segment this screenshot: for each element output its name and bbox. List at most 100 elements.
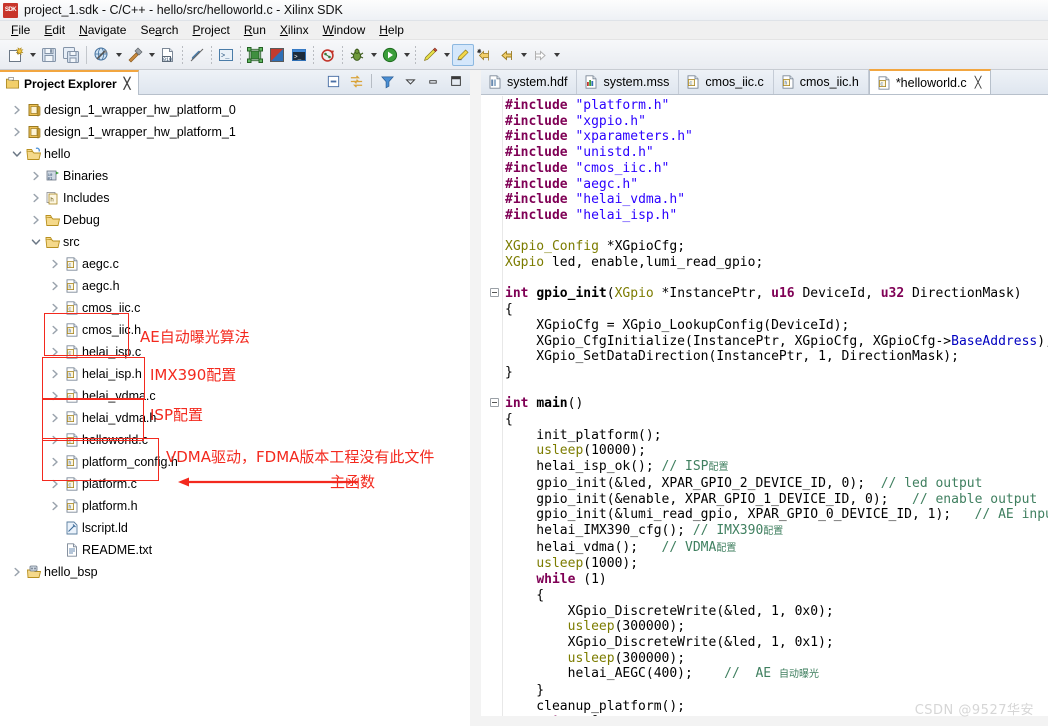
tree-item-helai-vdma-c[interactable]: c helai_vdma.c — [0, 385, 470, 407]
code-editor[interactable]: #include "platform.h" #include "xgpio.h"… — [481, 96, 1048, 726]
tree-item-hello-bsp[interactable]: hello_bsp — [0, 561, 470, 583]
menu-help[interactable]: Help — [372, 22, 411, 38]
tree-item-helai-vdma-h[interactable]: h helai_vdma.h — [0, 407, 470, 429]
editor-tab-row[interactable]: system.hdf system.mss c cmos_iic.c h cmos_iic… — [481, 69, 1048, 95]
source-code[interactable]: #include "platform.h" #include "xgpio.h"… — [505, 96, 1048, 726]
link-with-editor-icon[interactable] — [348, 73, 364, 89]
main-toolbar[interactable]: 010 >_ >_ — [0, 40, 1048, 70]
fold-toggle-gpio-init[interactable] — [490, 288, 499, 297]
maximize-icon[interactable] — [448, 73, 464, 89]
link-break-icon[interactable] — [186, 44, 208, 66]
editor-tab-system-mss[interactable]: system.mss — [577, 69, 680, 94]
tree-item-helai-isp-h[interactable]: h helai_isp.h — [0, 363, 470, 385]
editor-gutter[interactable] — [481, 96, 503, 726]
chevron-right-icon[interactable] — [48, 297, 62, 319]
pencil-icon[interactable] — [419, 44, 441, 66]
debug-bug-icon[interactable] — [346, 44, 368, 66]
tree-item-debug[interactable]: Debug — [0, 209, 470, 231]
tree-item-lscript-ld[interactable]: lscript.ld — [0, 517, 470, 539]
tree-item-design-1-wrapper-hw-platform-1[interactable]: design_1_wrapper_hw_platform_1 — [0, 121, 470, 143]
menu-edit[interactable]: Edit — [37, 22, 72, 38]
chevron-right-icon[interactable] — [10, 561, 24, 583]
build-all-icon[interactable] — [91, 44, 113, 66]
back-star-icon[interactable] — [474, 44, 496, 66]
view-toolbar[interactable] — [325, 73, 464, 89]
chevron-down-icon[interactable] — [10, 143, 24, 165]
run-dropdown[interactable] — [401, 44, 412, 66]
collapse-all-icon[interactable] — [325, 73, 341, 89]
back-arrow-dropdown[interactable] — [518, 44, 529, 66]
pencil-dropdown[interactable] — [441, 44, 452, 66]
xsct-console-icon[interactable] — [266, 44, 288, 66]
chevron-right-icon[interactable] — [48, 385, 62, 407]
highlight-icon[interactable] — [452, 43, 474, 66]
fold-toggle-main[interactable] — [490, 398, 499, 407]
chevron-right-icon[interactable] — [48, 363, 62, 385]
tree-item-src[interactable]: src — [0, 231, 470, 253]
chevron-right-icon[interactable] — [48, 429, 62, 451]
chevron-right-icon[interactable] — [10, 121, 24, 143]
debug-config-icon[interactable] — [317, 44, 339, 66]
debug-bug-dropdown[interactable] — [368, 44, 379, 66]
close-icon[interactable]: ╳ — [124, 77, 131, 90]
program-fpga-icon[interactable] — [244, 44, 266, 66]
tree-item-readme-txt[interactable]: README.txt — [0, 539, 470, 561]
tree-item-platform-config-h[interactable]: h platform_config.h — [0, 451, 470, 473]
build-all-dropdown[interactable] — [113, 44, 124, 66]
chevron-right-icon[interactable] — [48, 407, 62, 429]
tree-item-includes[interactable]: h Includes — [0, 187, 470, 209]
menu-bar[interactable]: File Edit Navigate Search Project Run Xilinx Wi… — [0, 21, 1048, 40]
tree-item-helai-isp-c[interactable]: c helai_isp.c — [0, 341, 470, 363]
build-hammer-dropdown[interactable] — [146, 44, 157, 66]
tree-item-aegc-h[interactable]: h aegc.h — [0, 275, 470, 297]
editor-tab-system-hdf[interactable]: system.hdf — [481, 69, 578, 94]
tree-item-cmos-iic-c[interactable]: c cmos_iic.c — [0, 297, 470, 319]
chevron-down-icon[interactable] — [29, 231, 43, 253]
run-icon[interactable] — [379, 44, 401, 66]
chevron-right-icon[interactable] — [48, 473, 62, 495]
chevron-right-icon[interactable] — [29, 187, 43, 209]
editor-tab-cmos-iic-h[interactable]: h cmos_iic.h — [774, 69, 869, 94]
tree-item-design-1-wrapper-hw-platform-0[interactable]: design_1_wrapper_hw_platform_0 — [0, 99, 470, 121]
close-icon[interactable]: ╳ — [975, 76, 982, 89]
chevron-right-icon[interactable] — [48, 253, 62, 275]
chevron-right-icon[interactable] — [10, 99, 24, 121]
menu-navigate[interactable]: Navigate — [72, 22, 133, 38]
chevron-right-icon[interactable] — [29, 165, 43, 187]
tree-item-helloworld-c[interactable]: c helloworld.c — [0, 429, 470, 451]
menu-xilinx[interactable]: Xilinx — [273, 22, 316, 38]
view-menu-icon[interactable] — [402, 73, 418, 89]
chevron-right-icon[interactable] — [29, 209, 43, 231]
menu-window[interactable]: Window — [316, 22, 373, 38]
chevron-right-icon[interactable] — [48, 275, 62, 297]
menu-search[interactable]: Search — [133, 22, 185, 38]
project-tree[interactable]: design_1_wrapper_hw_platform_0 design_1_w… — [0, 96, 470, 726]
tree-item-aegc-c[interactable]: c aegc.c — [0, 253, 470, 275]
tree-item-binaries[interactable]: 10 01 Binaries — [0, 165, 470, 187]
chevron-right-icon[interactable] — [48, 495, 62, 517]
new-file-dropdown[interactable] — [27, 44, 38, 66]
tree-item-hello[interactable]: hello — [0, 143, 470, 165]
tab-project-explorer[interactable]: Project Explorer ╳ — [0, 70, 140, 95]
chevron-right-icon[interactable] — [48, 451, 62, 473]
build-hammer-icon[interactable] — [124, 44, 146, 66]
minimize-icon[interactable] — [425, 73, 441, 89]
editor-tab-cmos-iic-c[interactable]: c cmos_iic.c — [679, 69, 774, 94]
tree-item-platform-h[interactable]: h platform.h — [0, 495, 470, 517]
editor-tab-helloworld-c[interactable]: c *helloworld.c ╳ — [868, 69, 992, 94]
chevron-right-icon[interactable] — [48, 319, 62, 341]
menu-run[interactable]: Run — [237, 22, 273, 38]
menu-file[interactable]: File — [4, 22, 37, 38]
filter-icon[interactable] — [379, 73, 395, 89]
binary-010-icon[interactable]: 010 — [157, 44, 179, 66]
chevron-right-icon[interactable] — [48, 341, 62, 363]
tree-item-cmos-iic-h[interactable]: h cmos_iic.h — [0, 319, 470, 341]
sdk-terminal-icon[interactable]: >_ — [288, 44, 310, 66]
panel-sash[interactable] — [470, 70, 481, 726]
menu-project[interactable]: Project — [185, 22, 236, 38]
save-all-icon[interactable] — [60, 44, 82, 66]
new-file-icon[interactable] — [5, 44, 27, 66]
save-icon[interactable] — [38, 44, 60, 66]
tree-item-platform-c[interactable]: c platform.c — [0, 473, 470, 495]
terminal-icon[interactable]: >_ — [215, 44, 237, 66]
